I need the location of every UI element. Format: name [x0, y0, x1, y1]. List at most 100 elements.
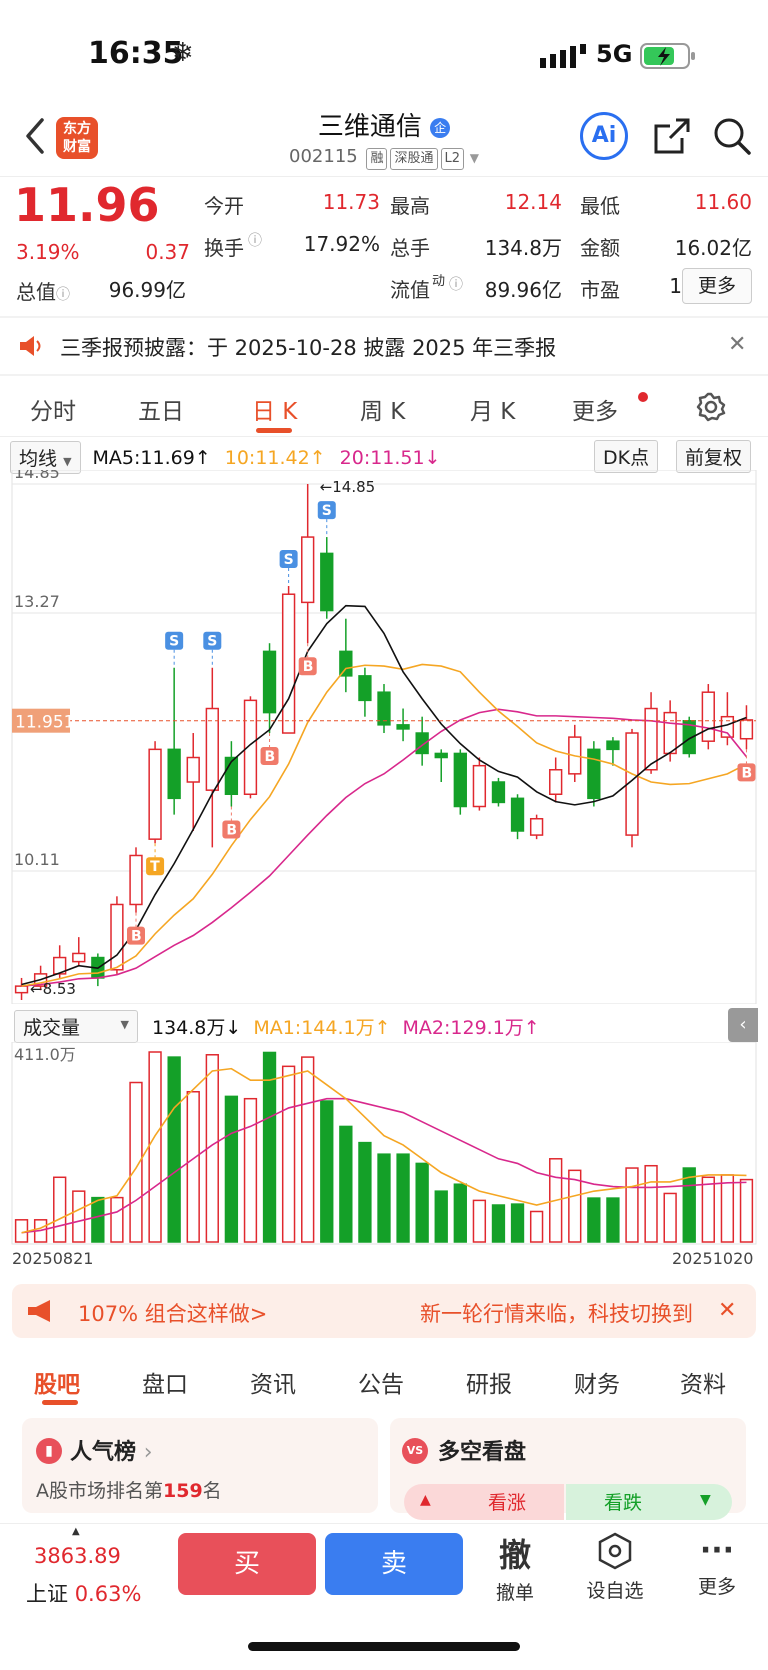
- adjust-button[interactable]: 前复权: [676, 440, 752, 473]
- candle-body: [606, 740, 620, 751]
- more-button[interactable]: 更多: [682, 268, 752, 304]
- candle-body: [377, 691, 391, 726]
- tab-five-day[interactable]: 五日: [138, 392, 184, 426]
- tab-more[interactable]: 更多: [572, 392, 618, 426]
- signal-icon: [540, 44, 586, 72]
- tab-daily-k[interactable]: 日 K: [252, 392, 297, 426]
- tab-research[interactable]: 研报: [466, 1365, 512, 1399]
- volume-max-label: 411.0万: [14, 1045, 76, 1064]
- volume-bar: [167, 1056, 181, 1243]
- candle-body: [167, 748, 181, 800]
- pe-info-icon[interactable]: ⓘ: [449, 274, 463, 294]
- banner-right-text[interactable]: 新一轮行情来临，科技切换到: [420, 1298, 706, 1328]
- change-percent: 3.19%: [16, 240, 80, 264]
- quote-value-0: 11.73: [322, 190, 380, 214]
- tab-minute[interactable]: 分时: [30, 392, 76, 426]
- popularity-rank: A股市场排名第159名: [36, 1480, 222, 1502]
- quote-label-5: 金额: [580, 236, 620, 260]
- candle-body: [129, 854, 143, 906]
- close-icon[interactable]: ✕: [728, 332, 746, 357]
- volume-select[interactable]: 成交量 ▼: [14, 1010, 138, 1043]
- candle-body: [510, 797, 525, 832]
- volume-bar: [472, 1199, 487, 1243]
- volume-bar: [434, 1190, 448, 1243]
- banner-left-text[interactable]: 107% 组合这样做>: [78, 1298, 267, 1328]
- volume-chart[interactable]: 411.0万 20250821 20251020: [0, 1042, 768, 1268]
- volume-ma2: MA2:129.1万↑: [402, 1017, 540, 1039]
- y-tick-label: 10.11: [14, 850, 60, 869]
- volume-bar: [453, 1183, 467, 1243]
- signal-label: S: [169, 634, 179, 650]
- tab-profile[interactable]: 资料: [680, 1365, 726, 1399]
- popularity-title: 人气榜 ›: [70, 1440, 153, 1465]
- candle-body: [739, 719, 754, 740]
- quote-value-3: 17.92%: [303, 232, 380, 256]
- banner-close-icon[interactable]: ✕: [718, 1298, 736, 1323]
- candle-body: [339, 650, 353, 677]
- info-icon: ⓘ: [56, 287, 70, 303]
- tab-weekly-k[interactable]: 周 K: [360, 392, 405, 426]
- tab-monthly-k[interactable]: 月 K: [470, 392, 515, 426]
- volume-bar: [186, 1091, 200, 1243]
- collapse-arrow-icon[interactable]: ‹: [728, 1008, 758, 1042]
- bear-button[interactable]: 看跌 ▼: [566, 1484, 732, 1520]
- volume-bar: [682, 1167, 696, 1243]
- candle-body: [396, 724, 410, 730]
- total-value-label: 总值ⓘ: [16, 280, 70, 304]
- bull-button[interactable]: ▲ 看涨: [404, 1484, 564, 1520]
- tab-announcement[interactable]: 公告: [358, 1365, 404, 1399]
- volume-bar: [53, 1176, 67, 1243]
- megaphone-icon: [26, 1298, 56, 1328]
- tab-finance[interactable]: 财务: [574, 1365, 620, 1399]
- y-tick-label: 14.85: [14, 470, 60, 482]
- quote-label-7: 流值: [390, 278, 430, 302]
- turnover-info-icon[interactable]: ⓘ: [248, 230, 262, 250]
- quote-label-0: 今开: [204, 194, 244, 218]
- tab-guba[interactable]: 股吧: [34, 1365, 80, 1399]
- candle-body: [72, 952, 86, 963]
- search-icon[interactable]: [712, 116, 752, 160]
- index-value[interactable]: 3863.89: [34, 1544, 121, 1568]
- index-row[interactable]: 上证 0.63%: [26, 1578, 141, 1608]
- candle-body: [491, 781, 506, 804]
- volume-bar: [415, 1162, 429, 1243]
- triangle-down-icon: ▼: [700, 1492, 711, 1508]
- settings-gear-icon[interactable]: [696, 392, 726, 426]
- candle-body: [148, 748, 162, 840]
- tab-handicap[interactable]: 盘口: [142, 1365, 188, 1399]
- signal-label: S: [322, 503, 332, 519]
- cancel-order-button[interactable]: 撤 撤单: [480, 1530, 550, 1605]
- add-watchlist-button[interactable]: 设自选: [580, 1532, 650, 1603]
- tab-news[interactable]: 资讯: [250, 1365, 296, 1399]
- share-icon[interactable]: [652, 116, 692, 160]
- volume-bar: [72, 1190, 86, 1243]
- notice-text[interactable]: 三季报预披露：于 2025-10-28 披露 2025 年三季报: [60, 332, 556, 362]
- signal-label: B: [131, 929, 142, 945]
- snowflake-icon: ❄: [172, 38, 194, 68]
- volume-bar: [224, 1095, 239, 1243]
- candle-body: [529, 817, 544, 836]
- candle-body: [320, 552, 334, 612]
- signal-label: B: [303, 659, 314, 675]
- dk-point-button[interactable]: DK点: [594, 440, 659, 473]
- ai-button[interactable]: Ai: [580, 112, 628, 160]
- date-start-label: 20250821: [12, 1249, 93, 1268]
- more-actions-button[interactable]: ··· 更多: [682, 1532, 752, 1599]
- sell-button[interactable]: 卖: [325, 1533, 463, 1595]
- ellipsis-icon: ···: [699, 1533, 735, 1568]
- volume-bar: [739, 1178, 754, 1243]
- y-tick-label: 13.27: [14, 592, 60, 611]
- quote-label-2: 最低: [580, 194, 620, 218]
- buy-button[interactable]: 买: [178, 1533, 316, 1595]
- more-dot: [638, 392, 648, 402]
- signal-label: S: [207, 634, 217, 650]
- volume-value: 134.8万↓: [152, 1017, 242, 1039]
- candlestick-chart[interactable]: 14.85 13.27 10.11 11.951 ←14.85 ←8.53 B T S S B B S B…: [0, 470, 768, 1004]
- candle-body: [472, 764, 487, 808]
- volume-ma1: MA1:144.1万↑: [253, 1017, 391, 1039]
- date-end-label: 20251020: [672, 1249, 753, 1268]
- low-annotation: ←8.53: [30, 980, 76, 998]
- volume-bar: [339, 1125, 353, 1243]
- candle-body: [434, 752, 448, 759]
- signal-label: B: [226, 823, 237, 839]
